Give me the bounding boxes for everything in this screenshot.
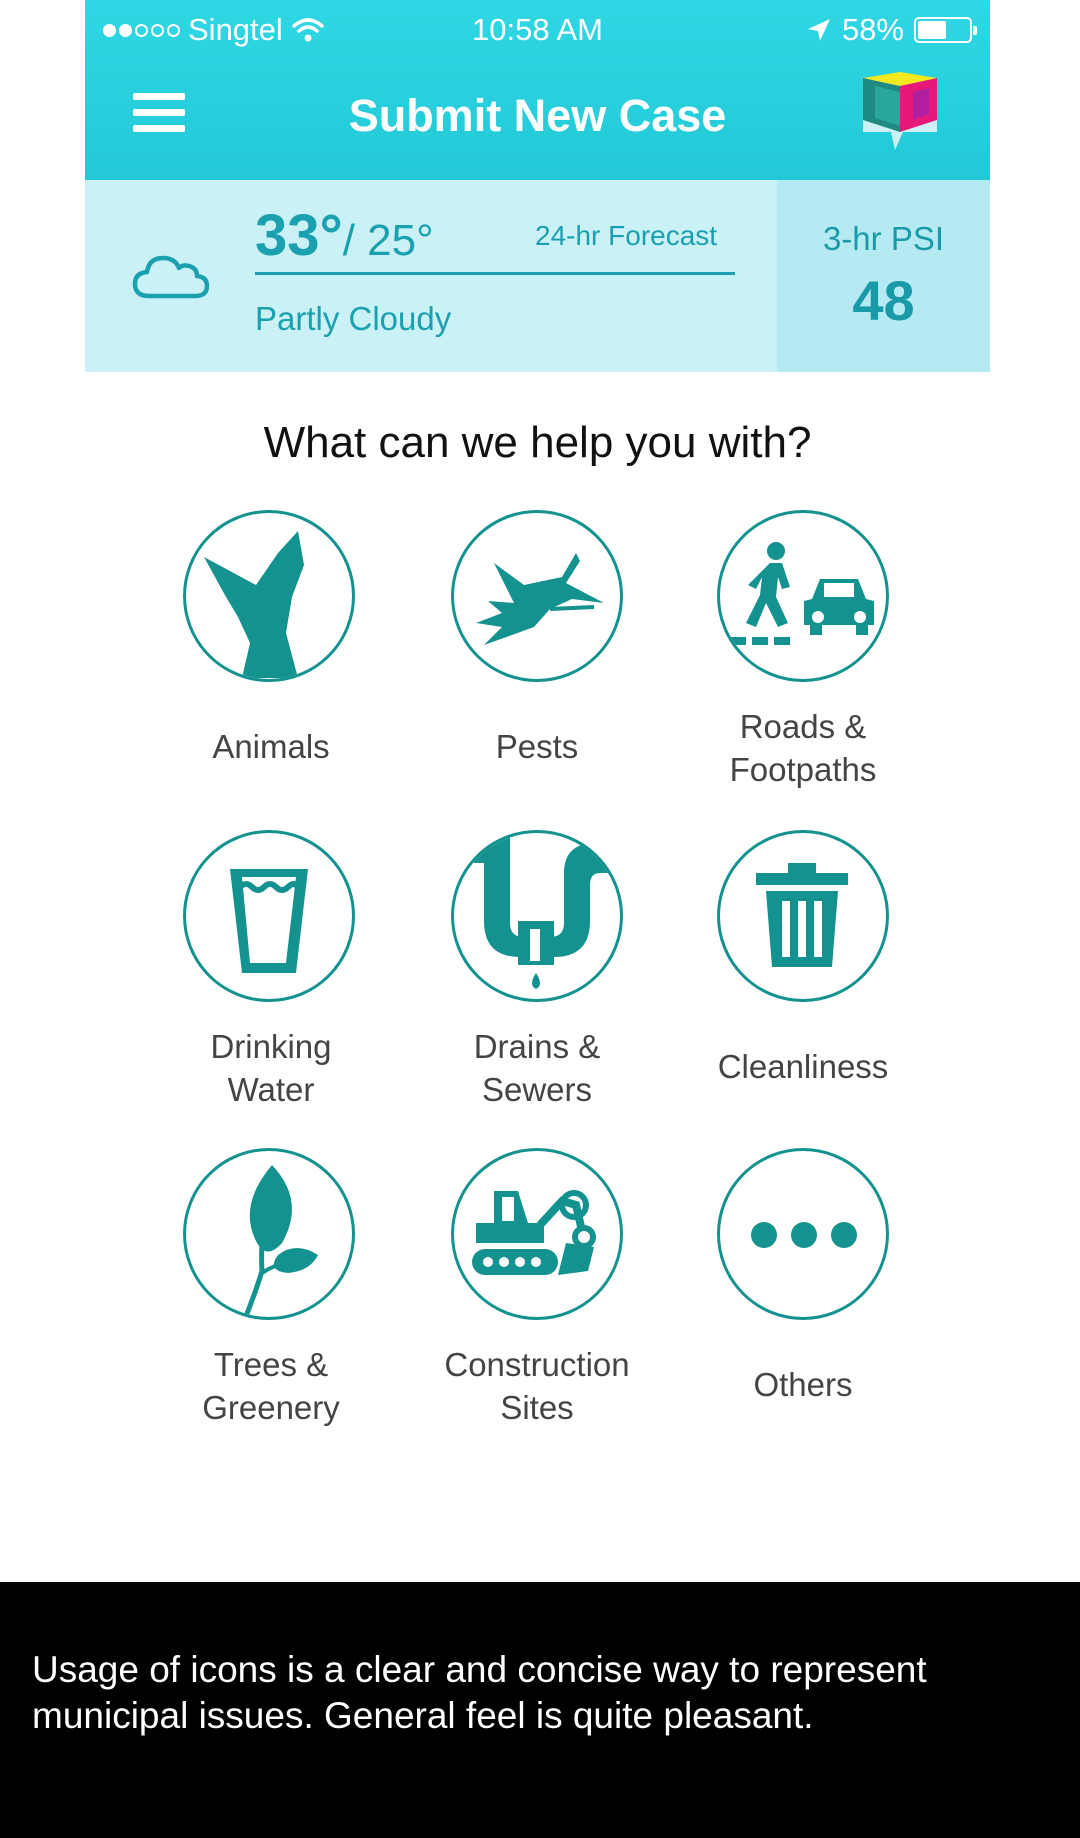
psi-value: 48 [852, 269, 915, 332]
category-others[interactable]: Others [653, 1148, 953, 1433]
water-glass-icon [183, 830, 355, 1002]
category-cleanliness[interactable]: Cleanliness [653, 830, 953, 1115]
category-label-line2: Footpaths [729, 751, 877, 788]
category-label-line1: Drains & [473, 1028, 601, 1065]
psi-panel: 3-hr PSI 48 [777, 180, 990, 372]
category-construction-sites[interactable]: Construction Sites [387, 1148, 687, 1433]
weather-panel: 33°/ 25° 24-hr Forecast Partly Cloudy 3-… [85, 180, 990, 372]
temperature-range: 33°/ 25° [255, 202, 434, 269]
category-label-line1: Construction [444, 1346, 630, 1383]
trash-bin-icon [717, 830, 889, 1002]
category-label-line2: Greenery [202, 1389, 340, 1426]
temperature-high: 33° [255, 203, 343, 268]
forecast-label: 24-hr Forecast [535, 220, 718, 251]
temperature-low: / 25° [342, 216, 434, 265]
category-animals[interactable]: Animals [121, 510, 421, 795]
pipe-drain-icon [451, 830, 623, 1002]
category-drains-sewers[interactable]: Drains & Sewers [387, 830, 687, 1115]
weather-divider [255, 272, 735, 275]
category-label: Pests [495, 728, 579, 765]
category-label: Animals [212, 728, 330, 765]
category-label-line2: Sites [500, 1389, 574, 1426]
category-label-line1: Drinking [210, 1028, 332, 1065]
psi-label: 3-hr PSI [822, 220, 945, 257]
cloud-icon [132, 255, 210, 299]
caption-text: Usage of icons is a clear and concise wa… [32, 1649, 927, 1736]
app-logo-icon[interactable] [855, 70, 945, 160]
category-label: Others [753, 1366, 853, 1403]
status-bar: Singtel 10:58 AM 58% [85, 0, 990, 62]
excavator-icon [451, 1148, 623, 1320]
category-label-line2: Water [227, 1071, 315, 1108]
category-label-line2: Sewers [481, 1071, 593, 1108]
animal-icon [183, 510, 355, 682]
category-label: Cleanliness [717, 1048, 889, 1085]
category-label-line1: Trees & [213, 1346, 329, 1383]
more-dots-icon [717, 1148, 889, 1320]
status-right: 58% [806, 12, 977, 48]
battery-icon [914, 17, 977, 43]
mosquito-icon [451, 510, 623, 682]
category-roads-footpaths[interactable]: Roads & Footpaths [653, 510, 953, 795]
category-drinking-water[interactable]: Drinking Water [121, 830, 421, 1115]
battery-percent: 58% [841, 12, 904, 47]
leaf-icon [183, 1148, 355, 1320]
weather-condition: Partly Cloudy [255, 300, 452, 337]
caption-panel: Usage of icons is a clear and concise wa… [0, 1582, 1080, 1838]
category-pests[interactable]: Pests [387, 510, 687, 795]
category-trees-greenery[interactable]: Trees & Greenery [121, 1148, 421, 1433]
battery-level-fill [918, 21, 946, 39]
app-header: Singtel 10:58 AM 58% Submit New Case [85, 0, 990, 180]
location-arrow-icon [807, 19, 830, 41]
pedestrian-car-icon [717, 510, 889, 682]
category-label-line1: Roads & [739, 708, 867, 745]
help-heading: What can we help you with? [263, 418, 812, 467]
app-screen: Singtel 10:58 AM 58% Submit New Case 33°… [85, 0, 990, 1582]
